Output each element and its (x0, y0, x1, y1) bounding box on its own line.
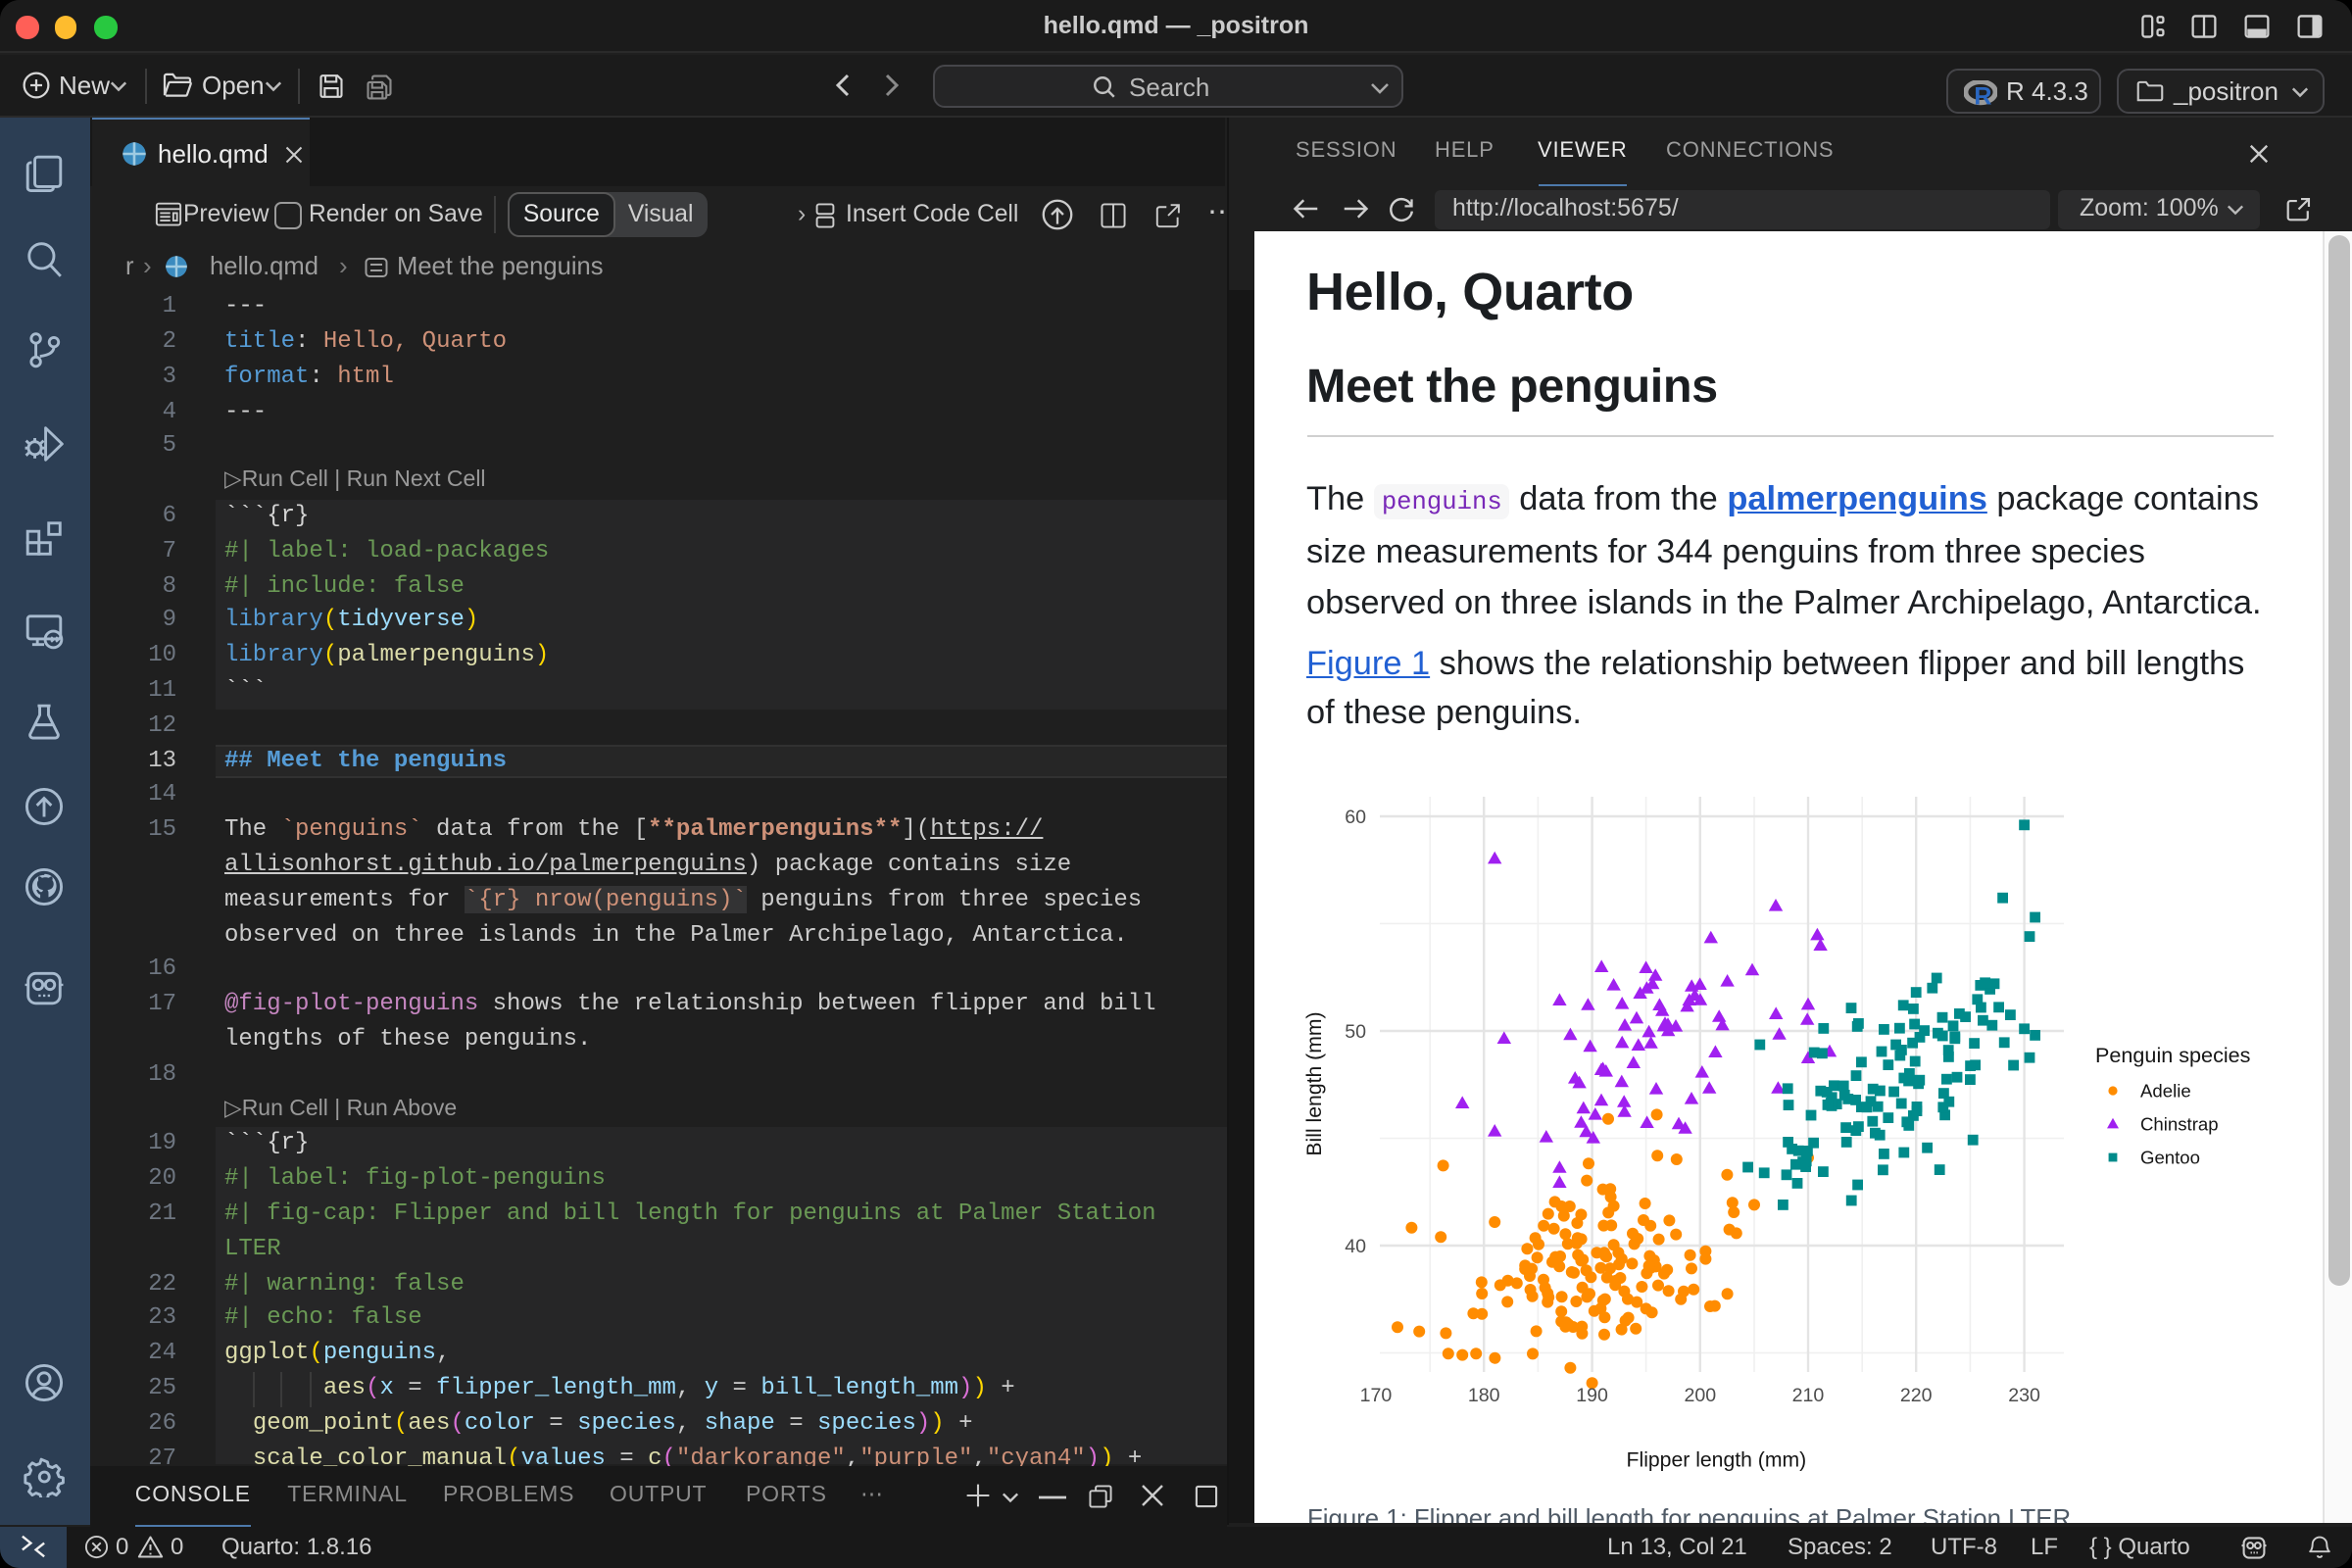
svg-text:230: 230 (2008, 1384, 2040, 1405)
svg-text:Penguin species: Penguin species (2095, 1042, 2251, 1066)
svg-text:220: 220 (1900, 1384, 1933, 1405)
svg-text:Gentoo: Gentoo (2140, 1146, 2200, 1166)
svg-text:Chinstrap: Chinstrap (2140, 1112, 2219, 1133)
svg-text:190: 190 (1576, 1384, 1608, 1405)
svg-text:Bill length (mm): Bill length (mm) (1303, 1010, 1326, 1154)
svg-text:210: 210 (1792, 1384, 1825, 1405)
svg-text:60: 60 (1345, 806, 1366, 827)
svg-text:40: 40 (1345, 1235, 1366, 1256)
svg-text:R: R (1973, 81, 1990, 105)
svg-text:50: 50 (1345, 1020, 1366, 1042)
svg-text:170: 170 (1360, 1384, 1393, 1405)
svg-text:180: 180 (1468, 1384, 1500, 1405)
svg-text:Adelie: Adelie (2140, 1079, 2191, 1100)
svg-text:Flipper length (mm): Flipper length (mm) (1627, 1448, 1807, 1471)
svg-text:200: 200 (1684, 1384, 1716, 1405)
